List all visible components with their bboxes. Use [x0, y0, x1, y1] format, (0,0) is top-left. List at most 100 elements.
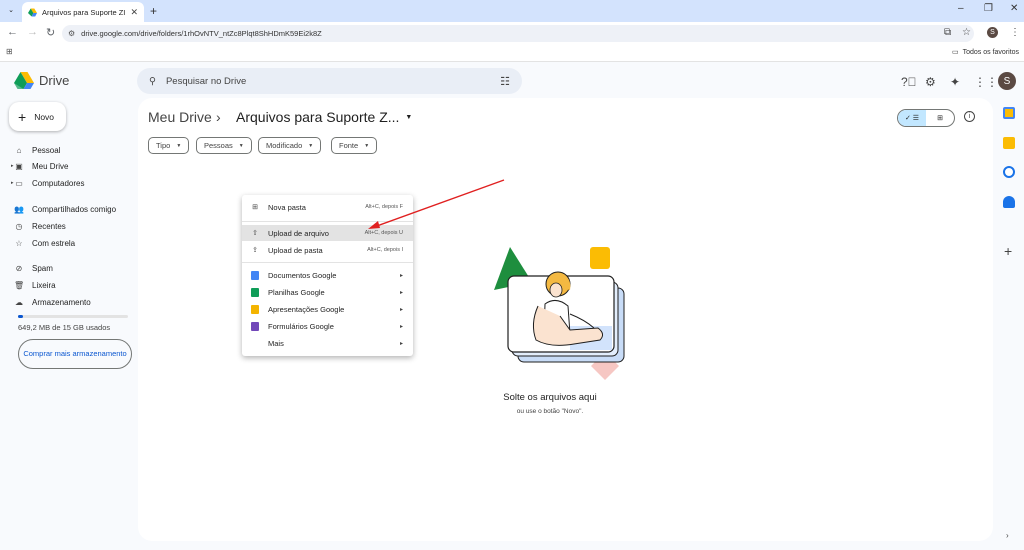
annotation-arrow: [368, 179, 505, 229]
bookmark-star-icon[interactable]: ☆: [962, 27, 971, 38]
filter-chip-modificado[interactable]: Modificado ▼: [258, 137, 322, 154]
list-view-icon[interactable]: ✓ ☰: [898, 110, 926, 126]
all-bookmarks-label: Todos os favoritos: [962, 48, 1020, 56]
keep-icon[interactable]: [1003, 137, 1015, 149]
contacts-icon[interactable]: [1003, 196, 1015, 208]
file-upload-icon: ⇧: [252, 230, 258, 237]
filter-chip-fonte[interactable]: Fonte ▼: [331, 137, 378, 154]
folder-icon: ▭: [952, 49, 959, 56]
sidebar-item-recentes[interactable]: ◷ Recentes: [14, 219, 66, 233]
docs-icon: [251, 270, 259, 280]
search-bar[interactable]: ⚲ Pesquisar no Drive ☷: [137, 68, 522, 94]
view-toggle[interactable]: ✓ ☰ ⊞: [897, 109, 955, 127]
new-button-label: Novo: [34, 111, 55, 122]
new-tab-button[interactable]: +: [150, 4, 157, 18]
expand-caret-icon[interactable]: ▸: [11, 163, 14, 169]
forward-icon[interactable]: →: [27, 26, 38, 38]
all-bookmarks[interactable]: ▭ Todos os favoritos: [952, 48, 1020, 57]
apps-grid-icon[interactable]: ⊞: [6, 47, 13, 56]
hide-side-panel-icon[interactable]: ›: [1006, 531, 1009, 540]
storage-usage-text: 649,2 MB de 15 GB usados: [18, 323, 111, 332]
tasks-icon[interactable]: [1003, 166, 1015, 178]
sidebar-item-spam[interactable]: ⊘ Spam: [14, 261, 53, 275]
search-options-icon[interactable]: ☷: [500, 75, 510, 88]
chevron-right-icon: ▸: [399, 323, 403, 330]
chevron-right-icon: ▸: [399, 289, 403, 296]
google-apps-icon[interactable]: ⋮⋮: [974, 75, 998, 89]
sidebar-item-label: Recentes: [32, 221, 66, 231]
storage-progress-bar: [18, 315, 128, 318]
slides-icon: [251, 304, 259, 314]
home-icon: ⌂: [16, 145, 22, 155]
browser-tab[interactable]: Arquivos para Suporte ZIEVO - Goo ✕: [22, 2, 144, 22]
sidebar-item-compartilhados[interactable]: 👥 Compartilhados comigo: [14, 202, 116, 216]
sidebar-item-computadores[interactable]: ▸ ▭ Computadores: [11, 176, 85, 190]
sidebar-item-label: Meu Drive: [32, 161, 69, 171]
sidebar-item-label: Computadores: [32, 178, 85, 188]
menu-item-slides[interactable]: Apresentações Google ▸: [242, 301, 413, 317]
grid-view-icon[interactable]: ⊞: [926, 110, 954, 126]
sidebar-item-pessoal[interactable]: ⌂ Pessoal: [14, 143, 61, 157]
window-close-icon[interactable]: ✕: [1010, 3, 1018, 14]
sidebar-item-com-estrela[interactable]: ☆ Com estrela: [14, 236, 75, 250]
menu-item-label: Upload de pasta: [268, 245, 323, 255]
filter-chip-tipo[interactable]: Tipo ▼: [148, 137, 190, 154]
back-icon[interactable]: ←: [7, 26, 18, 38]
get-addons-icon[interactable]: +: [1004, 243, 1012, 259]
empty-state-title: Solte os arquivos aqui: [503, 392, 597, 403]
site-settings-icon[interactable]: ⚙: [68, 29, 75, 38]
search-icon[interactable]: ⚲: [149, 76, 156, 87]
people-icon: 👥: [14, 204, 24, 214]
account-avatar[interactable]: S: [998, 72, 1016, 90]
chevron-right-icon: ▸: [399, 340, 403, 347]
sidebar-item-meu-drive[interactable]: ▸ ▣ Meu Drive: [11, 159, 69, 173]
empty-folder-illustration: [494, 247, 625, 380]
folder-title: Arquivos para Suporte Z...: [236, 109, 400, 125]
menu-item-sheets[interactable]: Planilhas Google ▸: [242, 284, 413, 300]
menu-item-label: Planilhas Google: [268, 287, 325, 297]
menu-item-label: Apresentações Google: [268, 304, 345, 314]
search-input[interactable]: Pesquisar no Drive: [166, 76, 246, 87]
spam-icon: ⊘: [15, 263, 23, 273]
new-button[interactable]: + Novo: [9, 102, 66, 131]
chevron-right-icon: ▸: [399, 272, 403, 279]
clock-icon: ◷: [15, 221, 23, 231]
sidebar-item-lixeira[interactable]: 🗑 Lixeira: [14, 278, 56, 292]
bookmarks-bar: [0, 44, 1024, 62]
sidebar-item-label: Lixeira: [32, 280, 56, 290]
menu-item-more[interactable]: Mais ▸: [242, 335, 413, 351]
calendar-icon[interactable]: [1003, 107, 1015, 119]
storage-progress-fill: [18, 315, 23, 318]
profile-avatar[interactable]: S: [987, 27, 998, 38]
buy-storage-button[interactable]: Comprar mais armazenamento: [18, 339, 132, 369]
menu-item-forms[interactable]: Formulários Google ▸: [242, 318, 413, 334]
settings-gear-icon[interactable]: ⚙: [925, 75, 936, 89]
breadcrumb-root[interactable]: Meu Drive: [148, 109, 212, 125]
filter-chip-label: Modificado: [266, 141, 303, 150]
cast-icon[interactable]: ⧉: [944, 27, 951, 38]
sidebar-item-armazenamento[interactable]: ☁ Armazenamento: [14, 295, 91, 309]
sidebar-item-label: Compartilhados comigo: [32, 204, 117, 214]
tab-close-icon[interactable]: ✕: [130, 7, 138, 18]
restore-icon[interactable]: ❐: [984, 3, 993, 14]
filter-chip-pessoas[interactable]: Pessoas ▼: [196, 137, 252, 154]
help-icon[interactable]: ?⃝: [901, 75, 917, 89]
minimize-icon[interactable]: –: [958, 3, 964, 14]
info-icon[interactable]: i: [964, 111, 975, 122]
chevron-down-icon: ▼: [176, 142, 182, 149]
tab-title: Arquivos para Suporte ZIEVO - Goo: [42, 7, 126, 17]
address-bar[interactable]: ⚙ drive.google.com/drive/folders/1rhOvNT…: [62, 25, 974, 42]
tab-search-menu[interactable]: ⌄: [4, 3, 18, 17]
menu-item-docs[interactable]: Documentos Google ▸: [242, 267, 413, 283]
gemini-sparkle-icon[interactable]: ✦: [950, 75, 960, 89]
expand-caret-icon[interactable]: ▸: [11, 180, 14, 186]
chevron-down-icon: ▼: [308, 142, 314, 149]
menu-item-label: Documentos Google: [268, 270, 337, 280]
reload-icon[interactable]: ↻: [46, 26, 55, 39]
menu-item-shortcut: Alt+C, depois I: [367, 247, 403, 253]
browser-menu-icon[interactable]: ⋮: [1010, 27, 1020, 38]
sidebar-item-label: Pessoal: [32, 145, 61, 155]
menu-item-upload-folder[interactable]: ⇪ Upload de pasta Alt+C, depois I: [242, 242, 413, 258]
breadcrumb-current-folder[interactable]: Arquivos para Suporte Z... ▼: [236, 109, 412, 125]
chevron-right-icon: ▸: [399, 306, 403, 313]
